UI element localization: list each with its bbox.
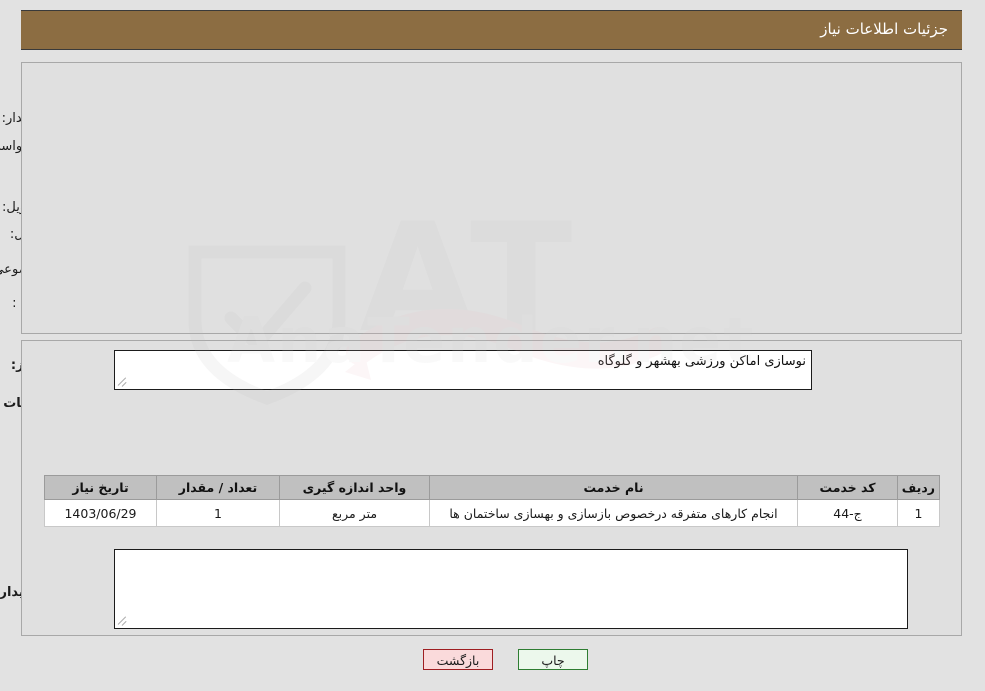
- col-quantity: تعداد / مقدار: [157, 475, 281, 500]
- buyer-notes-textarea[interactable]: [115, 549, 909, 629]
- resize-grip-icon[interactable]: [119, 616, 129, 626]
- cell-unit: متر مربع: [280, 499, 431, 527]
- general-desc-value: نوسازی اماکن ورزشی بهشهر و گلوگاه: [598, 354, 807, 369]
- cell-row: 1: [898, 499, 941, 527]
- print-button[interactable]: چاپ: [519, 649, 589, 670]
- resize-grip-icon[interactable]: [119, 377, 129, 387]
- window-titlebar: جزئیات اطلاعات نیاز: [22, 10, 963, 50]
- cell-service-name: انجام کارهای متفرقه درخصوص بازسازی و بهس…: [430, 499, 799, 527]
- col-need-date: تاریخ نیاز: [45, 475, 158, 500]
- table-row: 1 ج-44 انجام کارهای متفرقه درخصوص بازساز…: [45, 499, 941, 527]
- col-row: ردیف: [898, 475, 941, 500]
- back-button[interactable]: بازگشت: [424, 649, 494, 670]
- cell-quantity: 1: [157, 499, 281, 527]
- page-title: جزئیات اطلاعات نیاز: [821, 20, 949, 38]
- cell-service-code: ج-44: [798, 499, 899, 527]
- col-unit: واحد اندازه گیری: [280, 475, 431, 500]
- services-table: ردیف کد خدمت نام خدمت واحد اندازه گیری ت…: [45, 475, 941, 527]
- cell-need-date: 1403/06/29: [45, 499, 158, 527]
- need-summary-panel: [22, 62, 963, 334]
- table-header-row: ردیف کد خدمت نام خدمت واحد اندازه گیری ت…: [45, 475, 941, 500]
- page-root: AT AnaTender.net جزئیات اطلاعات نیاز شما…: [0, 0, 985, 691]
- col-service-name: نام خدمت: [430, 475, 799, 500]
- col-service-code: کد خدمت: [798, 475, 899, 500]
- general-desc-textarea[interactable]: نوسازی اماکن ورزشی بهشهر و گلوگاه: [115, 350, 813, 390]
